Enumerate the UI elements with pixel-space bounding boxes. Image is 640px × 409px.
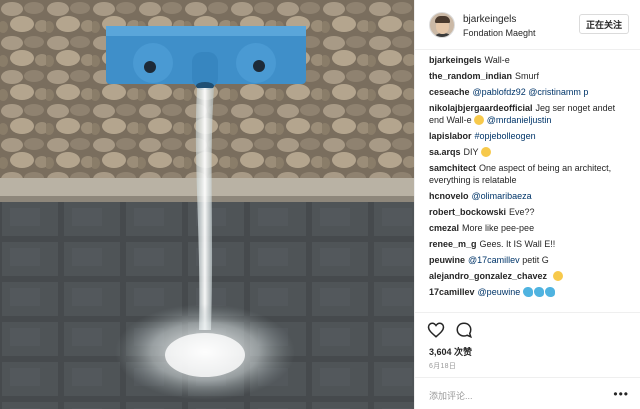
avatar[interactable] <box>429 12 455 38</box>
comment-mention[interactable]: @17camillev <box>468 255 520 265</box>
comment-username[interactable]: samchitect <box>429 163 476 173</box>
comment-mention[interactable]: @olimaribaeza <box>472 191 532 201</box>
comment-item: bjarkeingels Wall-e <box>429 54 627 66</box>
comment-username[interactable]: bjarkeingels <box>429 55 482 65</box>
heart-icon[interactable] <box>427 321 445 339</box>
header-username[interactable]: bjarkeingels <box>463 14 516 25</box>
comment-username[interactable]: peuwine <box>429 255 465 265</box>
comment-item: sa.arqs DIY <box>429 146 627 158</box>
smile-emoji-icon <box>474 115 485 125</box>
bird-emoji-icon <box>544 287 555 297</box>
comment-icon[interactable] <box>455 321 473 339</box>
comment-mention[interactable]: @pablofdz92 @cristinamm p <box>473 87 589 97</box>
comment-username[interactable]: ceseache <box>429 87 470 97</box>
post-header: bjarkeingels Fondation Maeght 正在关注 <box>415 0 640 50</box>
laugh-emoji-icon <box>480 147 491 157</box>
comment-item: peuwine @17camillev petit G <box>429 254 627 266</box>
post-date: 6月18日 <box>429 363 457 370</box>
post-photo[interactable] <box>0 0 414 409</box>
comment-mention[interactable]: @peuwine <box>478 287 521 297</box>
post-sidebar: bjarkeingels Fondation Maeght 正在关注 bjark… <box>414 0 640 409</box>
comment-text: Wall-e <box>484 55 510 65</box>
photo-fountain-wall-e <box>0 0 414 409</box>
avatar-hair <box>435 16 450 23</box>
bird-emoji-icon <box>533 287 544 297</box>
bird-emoji-icon <box>522 287 533 297</box>
comment-item: samchitect One aspect of being an archite… <box>429 162 627 186</box>
comment-username[interactable]: nikolajbjergaardeofficial <box>429 103 533 113</box>
more-options-icon[interactable]: ••• <box>613 387 629 401</box>
comment-item: the_random_indian Smurf <box>429 70 627 82</box>
comment-text: petit G <box>522 255 549 265</box>
comment-item: alejandro_gonzalez_chavez <box>429 270 627 282</box>
comment-item: renee_m_g Gees. It IS Wall E!! <box>429 238 627 250</box>
comment-username[interactable]: the_random_indian <box>429 71 512 81</box>
following-button[interactable]: 正在关注 <box>579 14 629 34</box>
comment-item: nikolajbjergaardeofficial Jeg ser noget a… <box>429 102 627 126</box>
comment-username[interactable]: alejandro_gonzalez_chavez <box>429 271 547 281</box>
comment-username[interactable]: 17camillev <box>429 287 475 297</box>
comment-username[interactable]: cmezal <box>429 223 459 233</box>
comment-username[interactable]: sa.arqs <box>429 147 461 157</box>
comment-text: Smurf <box>515 71 540 81</box>
comment-text: Gees. It IS Wall E!! <box>479 239 556 249</box>
comment-text: DIY <box>463 147 479 157</box>
comment-item: robert_bockowski Eve?? <box>429 206 627 218</box>
comment-hashtag[interactable]: #opjebolleogen <box>475 131 536 141</box>
comment-list: bjarkeingels Wall-e the_random_indian Smur… <box>415 54 640 312</box>
comment-username[interactable]: robert_bockowski <box>429 207 506 217</box>
add-comment-bar: 添加评论... ••• <box>415 377 640 409</box>
comment-item: ceseache @pablofdz92 @cristinamm p <box>429 86 627 98</box>
comment-username[interactable]: renee_m_g <box>429 239 477 249</box>
comment-username[interactable]: hcnovelo <box>429 191 469 201</box>
smile-emoji-icon <box>552 271 563 281</box>
likes-count[interactable]: 3,604 次赞 <box>429 345 472 358</box>
post-actions: 3,604 次赞 6月18日 添加评论... ••• <box>415 312 640 409</box>
comment-item: hcnovelo @olimaribaeza <box>429 190 627 202</box>
comment-text: Eve?? <box>509 207 535 217</box>
comment-mention[interactable]: @mrdanieljustin <box>487 115 552 125</box>
comment-item: cmezal More like pee-pee <box>429 222 627 234</box>
header-location[interactable]: Fondation Maeght <box>463 28 536 38</box>
comment-text: More like pee-pee <box>462 223 535 233</box>
comment-item: 17camillev @peuwine <box>429 286 627 298</box>
comment-username[interactable]: lapislabor <box>429 131 472 141</box>
add-comment-input[interactable]: 添加评论... <box>429 389 473 402</box>
comment-item: lapislabor #opjebolleogen <box>429 130 627 142</box>
